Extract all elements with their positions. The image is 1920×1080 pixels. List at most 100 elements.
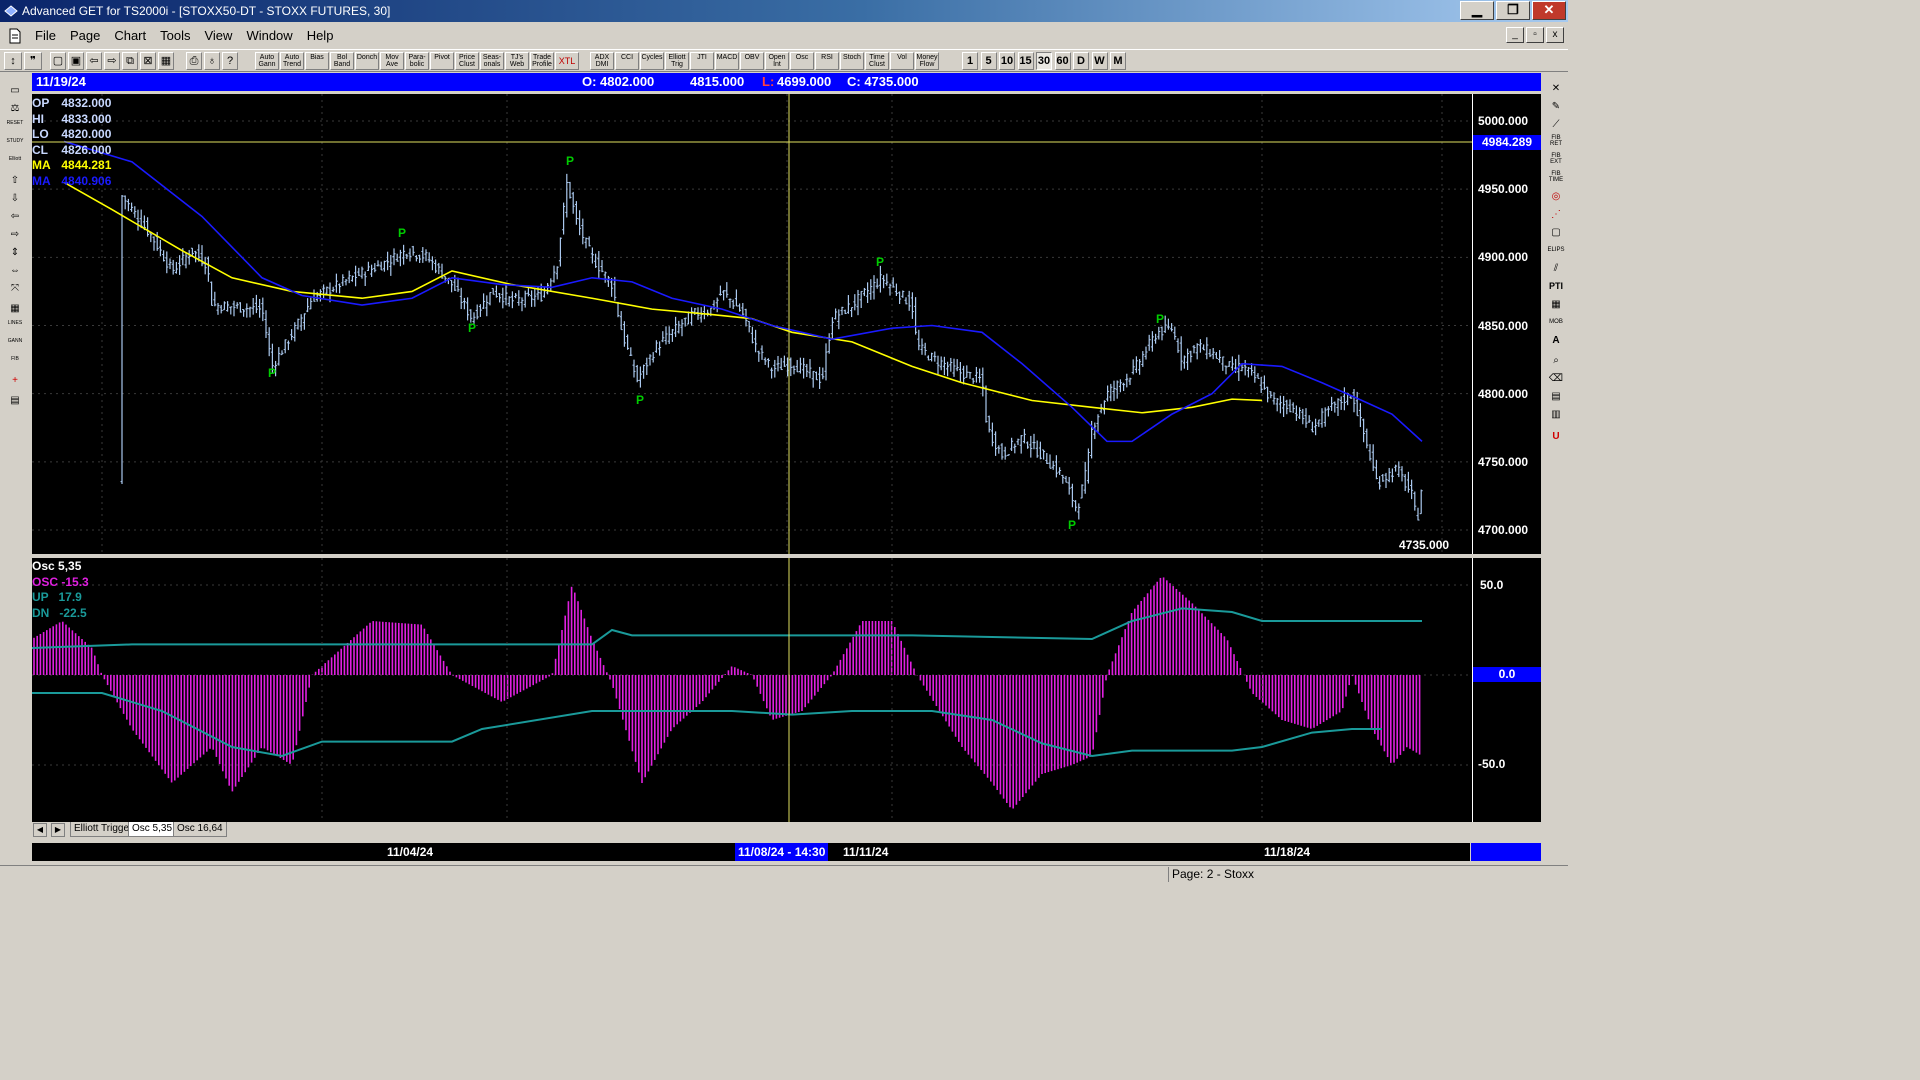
elliott-tool-icon[interactable]: Elliott xyxy=(4,157,26,173)
menu-window[interactable]: Window xyxy=(239,28,299,43)
menu-tools[interactable]: Tools xyxy=(153,28,197,43)
menu-help[interactable]: Help xyxy=(300,28,341,43)
study-button-auto-gann[interactable]: Auto Gann xyxy=(255,52,279,70)
pti-icon[interactable]: PTI xyxy=(1547,279,1565,295)
study-button-stoch[interactable]: Stoch xyxy=(840,52,864,70)
title-bar[interactable]: Advanced GET for TS2000i - [STOXX50-DT -… xyxy=(0,0,1568,22)
period-button-10[interactable]: 10 xyxy=(999,52,1015,70)
study-button-macd[interactable]: MACD xyxy=(715,52,739,70)
study-tool-icon[interactable]: STUDY xyxy=(4,139,26,155)
text-tool-icon[interactable]: A xyxy=(1547,333,1565,349)
box-icon[interactable]: ▢ xyxy=(1547,225,1565,241)
mdi-close-button[interactable]: x xyxy=(1546,27,1564,43)
crosshair-icon[interactable]: + xyxy=(4,373,26,389)
study-button-xtl[interactable]: XTL xyxy=(555,52,579,70)
line-tool-icon[interactable]: ⟋ xyxy=(1547,117,1565,133)
study-button-price-clust[interactable]: Price Clust xyxy=(455,52,479,70)
study-button-donch[interactable]: Donch xyxy=(355,52,379,70)
ellipse-icon[interactable]: ELIPS xyxy=(1547,243,1565,259)
close-button[interactable]: ✕ xyxy=(1532,1,1566,20)
study-button-cci[interactable]: CCI xyxy=(615,52,639,70)
study-button-rsi[interactable]: RSI xyxy=(815,52,839,70)
period-button-1[interactable]: 1 xyxy=(962,52,978,70)
properties-icon[interactable]: ▤ xyxy=(4,393,26,409)
study-button-mov-ave[interactable]: Mov Ave xyxy=(380,52,404,70)
study-button-auto-trend[interactable]: Auto Trend xyxy=(280,52,304,70)
compress-vertical-icon[interactable]: ⇕ xyxy=(4,245,26,261)
compress-horizontal-icon[interactable]: ⇔ xyxy=(4,263,26,279)
quote-icon[interactable]: ❞ xyxy=(24,52,42,70)
fan-icon[interactable]: ⋰ xyxy=(1547,207,1565,223)
pointer-tool-icon[interactable]: ↕ xyxy=(4,52,22,70)
study-button-adx-dmi[interactable]: ADX DMI xyxy=(590,52,614,70)
study-button-seas-onals[interactable]: Seas-onals xyxy=(480,52,504,70)
reset-tool-icon[interactable]: RESET xyxy=(4,121,26,137)
study-button-trade-profile[interactable]: Trade Profile xyxy=(530,52,554,70)
study-button-tj-s-web[interactable]: TJ's Web xyxy=(505,52,529,70)
price-chart-canvas[interactable]: P P P P P P P P xyxy=(32,94,1541,554)
arrow-up-icon[interactable]: ⇧ xyxy=(4,173,26,189)
study-button-open-int[interactable]: Open Int xyxy=(765,52,789,70)
help-pointer-icon[interactable]: ? xyxy=(222,52,238,70)
oscillator-canvas[interactable] xyxy=(32,558,1541,822)
idea-icon[interactable]: ♁ xyxy=(204,52,220,70)
oscillator-panel[interactable]: Osc 5,35 OSC -15.3 UP 17.9 DN -22.5 50.0… xyxy=(32,558,1541,822)
mdi-minimize-button[interactable]: _ xyxy=(1506,27,1524,43)
table-icon[interactable]: ▦ xyxy=(1547,297,1565,313)
arrow-down-icon[interactable]: ⇩ xyxy=(4,191,26,207)
tab-scroll-left-icon[interactable]: ◀ xyxy=(33,823,47,837)
pencil-icon[interactable]: ✎ xyxy=(1547,99,1565,115)
period-button-30[interactable]: 30 xyxy=(1036,52,1052,70)
study-button-para-bolic[interactable]: Para-bolic xyxy=(405,52,429,70)
channel-icon[interactable]: ⫽ xyxy=(1547,261,1565,277)
ruler-icon[interactable]: ▤ xyxy=(1547,389,1565,405)
period-button-d[interactable]: D xyxy=(1073,52,1089,70)
menu-view[interactable]: View xyxy=(197,28,239,43)
lines-tool-icon[interactable]: LINES xyxy=(4,321,26,337)
delete-icon[interactable]: ⊠ xyxy=(140,52,156,70)
mdi-restore-button[interactable]: ▫ xyxy=(1526,27,1544,43)
study-button-jti[interactable]: JTI xyxy=(690,52,714,70)
study-button-osc[interactable]: Osc xyxy=(790,52,814,70)
study-button-bol-band[interactable]: Bol Band xyxy=(330,52,354,70)
fib-ret-icon[interactable]: FIB RET xyxy=(1547,135,1565,151)
study-button-bias[interactable]: Bias xyxy=(305,52,329,70)
study-button-elliott-trig[interactable]: Elliott Trig xyxy=(665,52,689,70)
period-button-w[interactable]: W xyxy=(1091,52,1108,70)
grid-tool-icon[interactable]: ▦ xyxy=(4,301,26,317)
open-folder-icon[interactable]: ▭ xyxy=(4,83,26,99)
tab-elliott-trigger[interactable]: Elliott Trigger xyxy=(70,822,137,837)
close-tool-icon[interactable]: ✕ xyxy=(1547,81,1565,97)
gann-tool-icon[interactable]: ⚖ xyxy=(4,101,26,117)
tab-scroll-right-icon[interactable]: ▶ xyxy=(51,823,65,837)
study-button-cycles[interactable]: Cycles xyxy=(640,52,664,70)
print-icon[interactable]: ⎙ xyxy=(186,52,202,70)
save-icon[interactable]: ▣ xyxy=(68,52,84,70)
gann-lines-icon[interactable]: GANN xyxy=(4,339,26,355)
fib-time-icon[interactable]: FIB TIME xyxy=(1547,171,1565,187)
zoom-icon[interactable]: ⌕ xyxy=(1547,353,1565,369)
eraser-icon[interactable]: ⌫ xyxy=(1547,371,1565,387)
copy-icon[interactable]: ⧉ xyxy=(122,52,138,70)
menu-chart[interactable]: Chart xyxy=(107,28,153,43)
study-button-vol[interactable]: Vol xyxy=(890,52,914,70)
maximize-button[interactable]: ❐ xyxy=(1496,1,1530,20)
forward-icon[interactable]: ⇨ xyxy=(104,52,120,70)
spiral-icon[interactable]: ◎ xyxy=(1547,189,1565,205)
arrow-left-icon[interactable]: ⇦ xyxy=(4,209,26,225)
tab-osc-5-35[interactable]: Osc 5,35 xyxy=(128,822,177,837)
period-button-15[interactable]: 15 xyxy=(1017,52,1034,70)
new-page-icon[interactable]: ▢ xyxy=(50,52,66,70)
grid-icon[interactable]: ▦ xyxy=(158,52,174,70)
fib-tool-icon[interactable]: FIB xyxy=(4,357,26,373)
period-button-5[interactable]: 5 xyxy=(980,52,997,70)
study-button-money-flow[interactable]: Money Flow xyxy=(915,52,939,70)
study-button-pivot[interactable]: Pivot xyxy=(430,52,454,70)
document-icon[interactable] xyxy=(8,28,22,44)
mob-icon[interactable]: MOB xyxy=(1547,315,1565,331)
menu-file[interactable]: File xyxy=(28,28,63,43)
price-chart-panel[interactable]: P P P P P P P P OP 4832.000 HI 4833.000 LO 4820… xyxy=(32,94,1541,554)
study-button-time-clust[interactable]: Time Clust xyxy=(865,52,889,70)
layers-icon[interactable]: ▥ xyxy=(1547,407,1565,423)
arrow-right-icon[interactable]: ⇨ xyxy=(4,227,26,243)
